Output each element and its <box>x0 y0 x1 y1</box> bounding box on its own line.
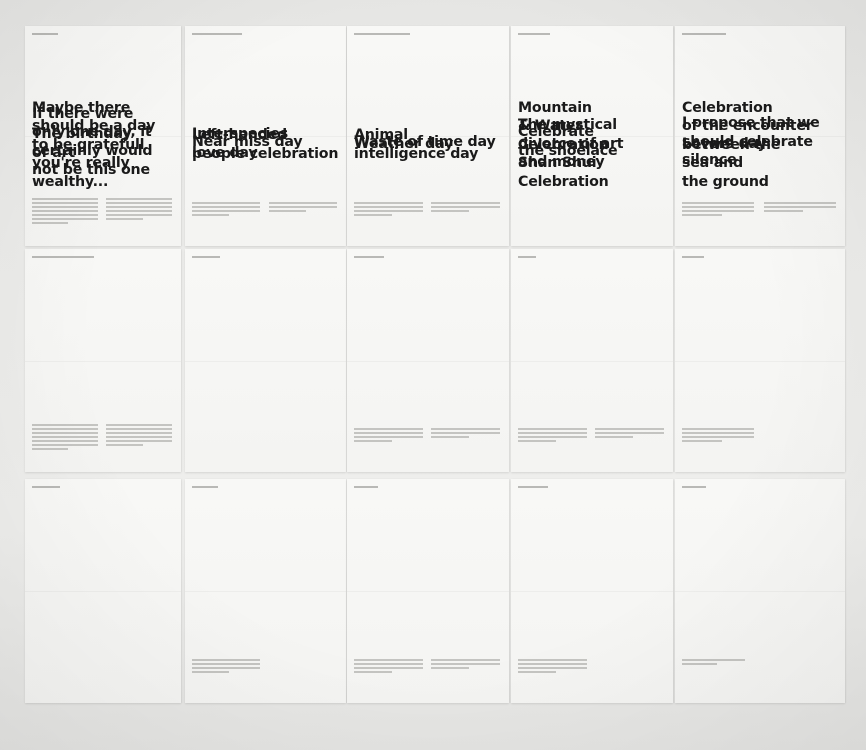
poster-fold-line <box>347 591 509 592</box>
poster-title: If there were only one day, it certainly… <box>32 105 153 178</box>
poster-near-miss-day: Near miss day <box>185 134 346 703</box>
poster-fine-print <box>354 202 503 236</box>
poster-sea-and-ground: Celebration of the encounter between the… <box>675 100 845 472</box>
poster-fold-line <box>25 591 181 592</box>
poster-shan-shui: Mountain & Water Celebration Shan Shui C… <box>511 100 673 472</box>
poster-fold-line <box>511 591 673 592</box>
poster-header-mark <box>354 486 378 488</box>
poster-shoelace: Celebrate the shoelace <box>511 124 673 703</box>
poster-header-mark <box>354 256 384 258</box>
poster-fine-print <box>682 659 839 693</box>
poster-fold-line <box>185 591 346 592</box>
poster-waste-of-time: Waste of time day <box>347 134 509 703</box>
poster-header-mark <box>192 486 218 488</box>
poster-header-mark <box>32 486 60 488</box>
poster-title: Waste of time day <box>354 133 496 150</box>
poster-fine-print <box>354 659 503 693</box>
poster-fine-print <box>32 424 175 458</box>
poster-header-mark <box>518 486 548 488</box>
poster-grateful-day: Maybe there should be a day to be gratef… <box>25 100 181 472</box>
poster-fold-line <box>347 361 509 362</box>
poster-fine-print <box>682 428 839 462</box>
poster-header-mark <box>682 486 706 488</box>
poster-fine-print <box>32 198 175 232</box>
poster-only-one-day: If there were only one day, it certainly… <box>25 106 181 703</box>
poster-left-handed: Left-handed people celebration <box>185 127 346 472</box>
poster-header-mark <box>354 33 410 35</box>
poster-header-mark <box>682 33 726 35</box>
poster-fold-line <box>675 591 845 592</box>
poster-title: I propose that we should celebrate silen… <box>682 115 820 169</box>
poster-header-mark <box>192 33 242 35</box>
poster-header-mark <box>682 256 704 258</box>
poster-fine-print <box>518 659 667 693</box>
poster-header-mark <box>32 256 94 258</box>
gallery-wall: The birthday of art Interspecies love day… <box>0 0 866 750</box>
poster-fold-line <box>25 361 181 362</box>
poster-fold-line <box>675 361 845 362</box>
poster-header-mark <box>518 256 536 258</box>
poster-fine-print <box>192 659 340 693</box>
poster-header-mark <box>518 33 550 35</box>
poster-title: Near miss day <box>192 133 303 150</box>
poster-silence: I propose that we should celebrate silen… <box>675 115 845 703</box>
poster-header-mark <box>32 33 58 35</box>
poster-header-mark <box>192 256 220 258</box>
poster-fine-print <box>192 202 340 236</box>
poster-grid: The birthday of art Interspecies love day… <box>23 20 845 710</box>
poster-fine-print <box>682 202 839 236</box>
poster-fine-print <box>518 428 667 462</box>
poster-fold-line <box>185 361 346 362</box>
poster-title: Celebrate the shoelace <box>518 124 618 159</box>
poster-animal-intelligence: Animal intelligence day <box>347 127 509 472</box>
poster-fine-print <box>354 428 503 462</box>
poster-fold-line <box>511 361 673 362</box>
